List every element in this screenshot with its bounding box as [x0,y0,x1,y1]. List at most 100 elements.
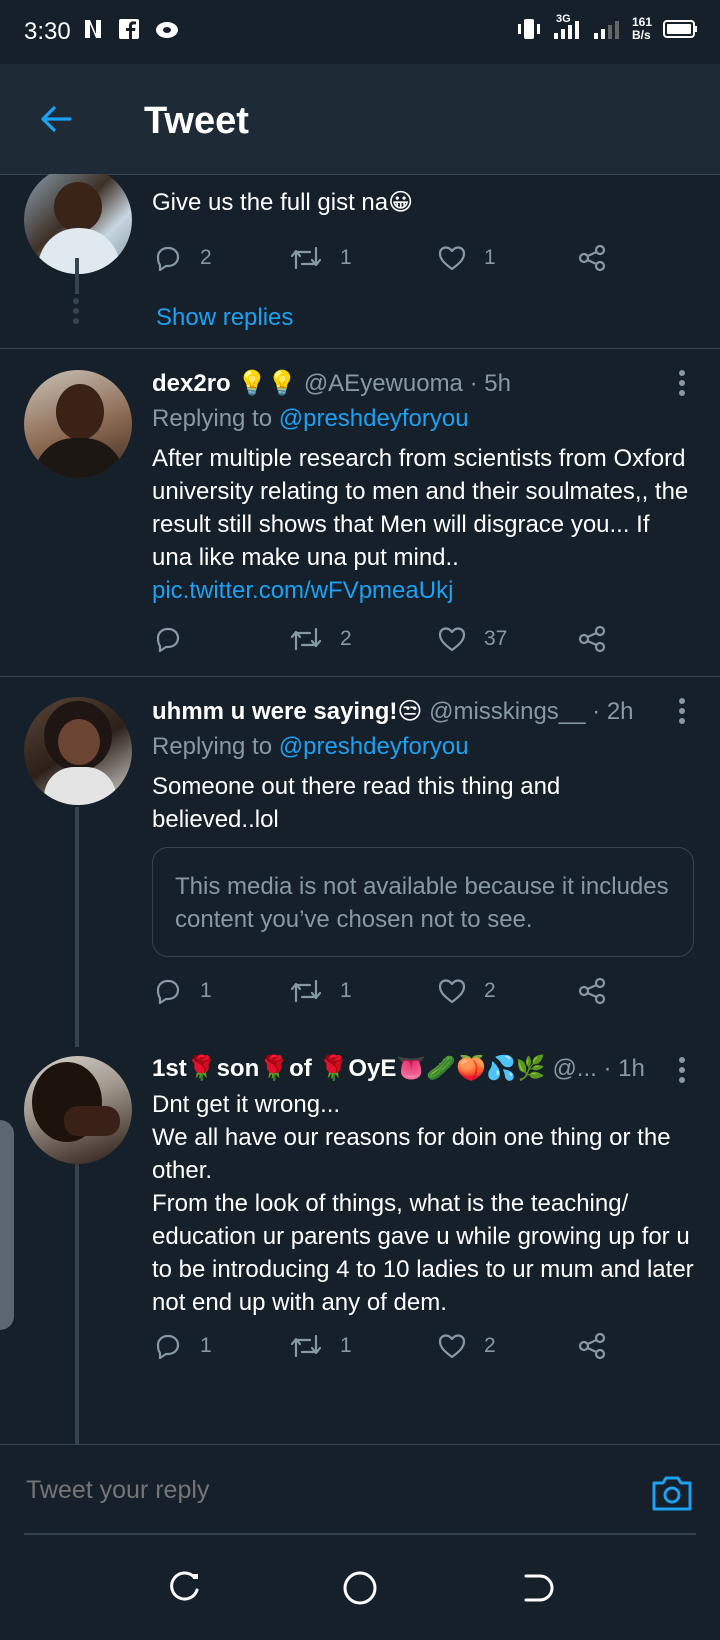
share-icon [578,244,606,272]
like-count: 37 [484,627,508,650]
retweet-button[interactable]: 1 [288,240,352,276]
retweet-count: 2 [340,627,352,650]
replying-to: Replying to @preshdeyforyou [152,733,469,761]
like-count: 1 [484,246,496,269]
edge-panel-handle[interactable] [0,1120,14,1330]
share-icon [578,977,606,1005]
reply-button[interactable]: 2 [152,240,212,276]
tweet-actions: 2 37 [152,621,632,657]
tweet-line: We all have our reasons for doin one thi… [152,1124,671,1184]
avatar[interactable] [24,1056,132,1164]
tweet-actions: 1 1 2 [152,1328,632,1364]
avatar[interactable] [24,697,132,805]
replying-mention[interactable]: @preshdeyforyou [279,405,469,432]
tweet-header: uhmm u were saying!😒 @misskings__ · 2h [152,697,634,726]
more-icon[interactable] [678,369,686,397]
tweet-header: 1st🌹son🌹of 🌹OyE👅🥒🍑💦🌿 @... · 1h [152,1054,652,1083]
reply-button[interactable] [152,621,200,657]
reply-composer [0,1444,720,1541]
retweet-icon [290,979,322,1003]
retweet-button[interactable]: 1 [288,1328,352,1364]
like-count: 2 [484,1334,496,1357]
display-name[interactable]: uhmm u were saying!😒 [152,698,422,725]
net-speed-unit: B/s [631,28,651,42]
vibrate-icon [517,19,540,39]
tweet-feed[interactable]: Give us the full gist na😀 2 1 1 Show rep… [0,174,720,1444]
retweet-button[interactable]: 1 [288,973,352,1009]
facebook-icon [119,19,139,39]
reply-icon [156,246,180,272]
share-icon [578,1332,606,1360]
like-count: 2 [484,979,496,1002]
home-icon[interactable] [340,1568,380,1608]
reply-button[interactable]: 1 [152,973,212,1009]
share-button[interactable] [576,973,608,1009]
handle-time: @misskings__ · 2h [429,698,634,725]
retweet-icon [290,1334,322,1358]
tweet-item[interactable]: uhmm u were saying!😒 @misskings__ · 2h R… [0,677,720,1047]
like-button[interactable]: 1 [436,240,496,276]
replying-mention[interactable]: @preshdeyforyou [279,733,469,760]
thread-line [75,1164,79,1444]
replying-to: Replying to @preshdeyforyou [152,405,469,433]
status-time: 3:30 [24,18,71,45]
tweet-body: After multiple research from scientists … [152,445,689,571]
share-button[interactable] [576,621,608,657]
like-icon [438,1334,466,1359]
like-button[interactable]: 2 [436,1328,496,1364]
tweet-header: dex2ro 💡💡 @AEyewuoma · 5h [152,369,511,398]
reply-count: 1 [200,979,212,1002]
reply-icon [156,979,180,1005]
battery-icon [663,20,697,38]
thread-dot [73,318,79,324]
share-button[interactable] [576,1328,608,1364]
tweet-text: Dnt get it wrong... We all have our reas… [152,1088,700,1319]
netflix-icon [85,20,101,38]
reply-button[interactable]: 1 [152,1328,212,1364]
net-speed: 161 B/s [632,16,652,42]
retweet-count: 1 [340,246,352,269]
share-button[interactable] [576,240,608,276]
retweet-button[interactable]: 2 [288,621,352,657]
tweet-item[interactable]: Give us the full gist na😀 2 1 1 Show rep… [0,174,720,348]
retweet-count: 1 [340,979,352,1002]
retweet-icon [290,246,322,270]
reply-count: 1 [200,1334,212,1357]
thread-line [75,258,79,294]
more-icon[interactable] [678,1056,686,1084]
display-name[interactable]: dex2ro 💡💡 [152,370,297,397]
notification-icons [82,18,180,40]
display-name[interactable]: 1st🌹son🌹of 🌹OyE👅🥒🍑💦🌿 [152,1055,546,1082]
retweet-icon [290,627,322,651]
like-button[interactable]: 37 [436,621,507,657]
tweet-item[interactable]: 1st🌹son🌹of 🌹OyE👅🥒🍑💦🌿 @... · 1h Dnt get i… [0,1040,720,1444]
like-icon [438,246,466,271]
app-bar: Tweet [0,64,720,175]
back-arrow-icon[interactable] [38,101,74,137]
more-icon[interactable] [678,697,686,725]
tweet-actions: 1 1 2 [152,973,632,1009]
thread-line [75,807,79,1047]
page-title: Tweet [144,100,249,142]
reply-input[interactable] [24,1475,588,1506]
cloud-icon [156,22,178,38]
recents-icon[interactable] [164,1568,204,1608]
media-unavailable-notice: This media is not available because it i… [152,847,694,957]
status-right: 3G 161 B/s [516,13,698,42]
camera-icon[interactable] [650,1473,694,1513]
reply-count: 2 [200,246,212,269]
back-nav-icon[interactable] [516,1568,556,1608]
tweet-text: After multiple research from scientists … [152,442,692,607]
tweet-text: Someone out there read this thing and be… [152,773,561,833]
show-replies-link[interactable]: Show replies [156,304,293,332]
replying-prefix: Replying to [152,405,273,432]
tweet-link[interactable]: pic.twitter.com/wFVpmeaUkj [152,574,692,607]
system-nav-bar [0,1540,720,1640]
thread-dot [73,298,79,304]
tweet-actions: 2 1 1 [152,240,632,276]
tweet-line: From the look of things, what is the tea… [152,1190,694,1316]
like-button[interactable]: 2 [436,973,496,1009]
avatar[interactable] [24,370,132,478]
like-icon [438,979,466,1004]
tweet-item[interactable]: dex2ro 💡💡 @AEyewuoma · 5h Replying to @p… [0,349,720,679]
